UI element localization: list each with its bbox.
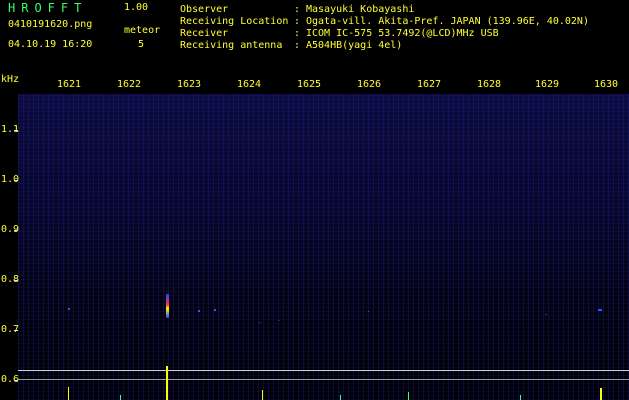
meteor-echo-dot (368, 311, 369, 312)
meteor-echo-dot (278, 320, 280, 321)
file-name: 0410191620.png (8, 19, 93, 30)
level-line-upper (18, 370, 629, 371)
detection-spike (408, 392, 409, 400)
detection-spike (166, 366, 168, 400)
meteor-echo-dot (198, 310, 200, 312)
observer-value: Masayuki Kobayashi (306, 4, 415, 15)
freq-tick-mark (14, 180, 18, 181)
detection-spike (120, 395, 121, 400)
spectrogram-display (18, 78, 629, 400)
location-label: Receiving Location (180, 16, 289, 27)
time-tick-label: 1624 (237, 79, 262, 90)
meteor-echo-dot (258, 322, 261, 323)
level-line-lower (18, 379, 629, 380)
meteor-echo-dot (214, 309, 216, 311)
app-version: 1.00 (124, 2, 149, 13)
meteor-echo-main (166, 294, 169, 318)
time-tick-label: 1625 (297, 79, 322, 90)
antenna-colon: : (294, 40, 301, 51)
location-colon: : (294, 16, 301, 27)
time-tick-label: 1630 (594, 79, 619, 90)
meteor-label: meteor (124, 25, 161, 36)
detection-spike (520, 395, 521, 400)
time-tick-label: 1626 (357, 79, 382, 90)
freq-tick-mark (14, 230, 18, 231)
meteor-echo-dot (545, 314, 547, 315)
time-tick-label: 1622 (117, 79, 142, 90)
time-tick-label: 1627 (417, 79, 442, 90)
antenna-value: A504HB(yagi 4el) (306, 40, 403, 51)
freq-tick-mark (14, 380, 18, 381)
detection-spike (340, 395, 341, 400)
app-title: HROFFT (8, 1, 88, 15)
antenna-label: Receiving antenna (180, 40, 283, 51)
detection-spike (68, 387, 69, 400)
receiver-label: Receiver (180, 28, 229, 39)
khz-unit-label: kHz (1, 74, 20, 85)
meteor-echo-dot (598, 309, 602, 311)
time-tick-label: 1623 (177, 79, 202, 90)
freq-tick-mark (14, 330, 18, 331)
detection-spike (600, 388, 602, 400)
receiver-value: ICOM IC-575 53.7492(@LCD)MHz USB (306, 28, 499, 39)
meteor-count: 5 (138, 39, 145, 50)
freq-tick-mark (14, 280, 18, 281)
location-value: Ogata-vill. Akita-Pref. JAPAN (139.96E, … (306, 16, 589, 27)
time-tick-label: 1629 (535, 79, 560, 90)
meteor-echo-dot (68, 308, 70, 310)
observer-label: Observer (180, 4, 229, 15)
freq-tick-mark (14, 130, 18, 131)
date-time: 04.10.19 16:20 (8, 39, 93, 50)
detection-spike (262, 390, 263, 400)
receiver-colon: : (294, 28, 301, 39)
time-tick-label: 1621 (57, 79, 82, 90)
time-tick-label: 1628 (477, 79, 502, 90)
header-panel: HROFFT 1.00 0410191620.png meteor 5 04.1… (0, 0, 629, 77)
observer-colon: : (294, 4, 301, 15)
